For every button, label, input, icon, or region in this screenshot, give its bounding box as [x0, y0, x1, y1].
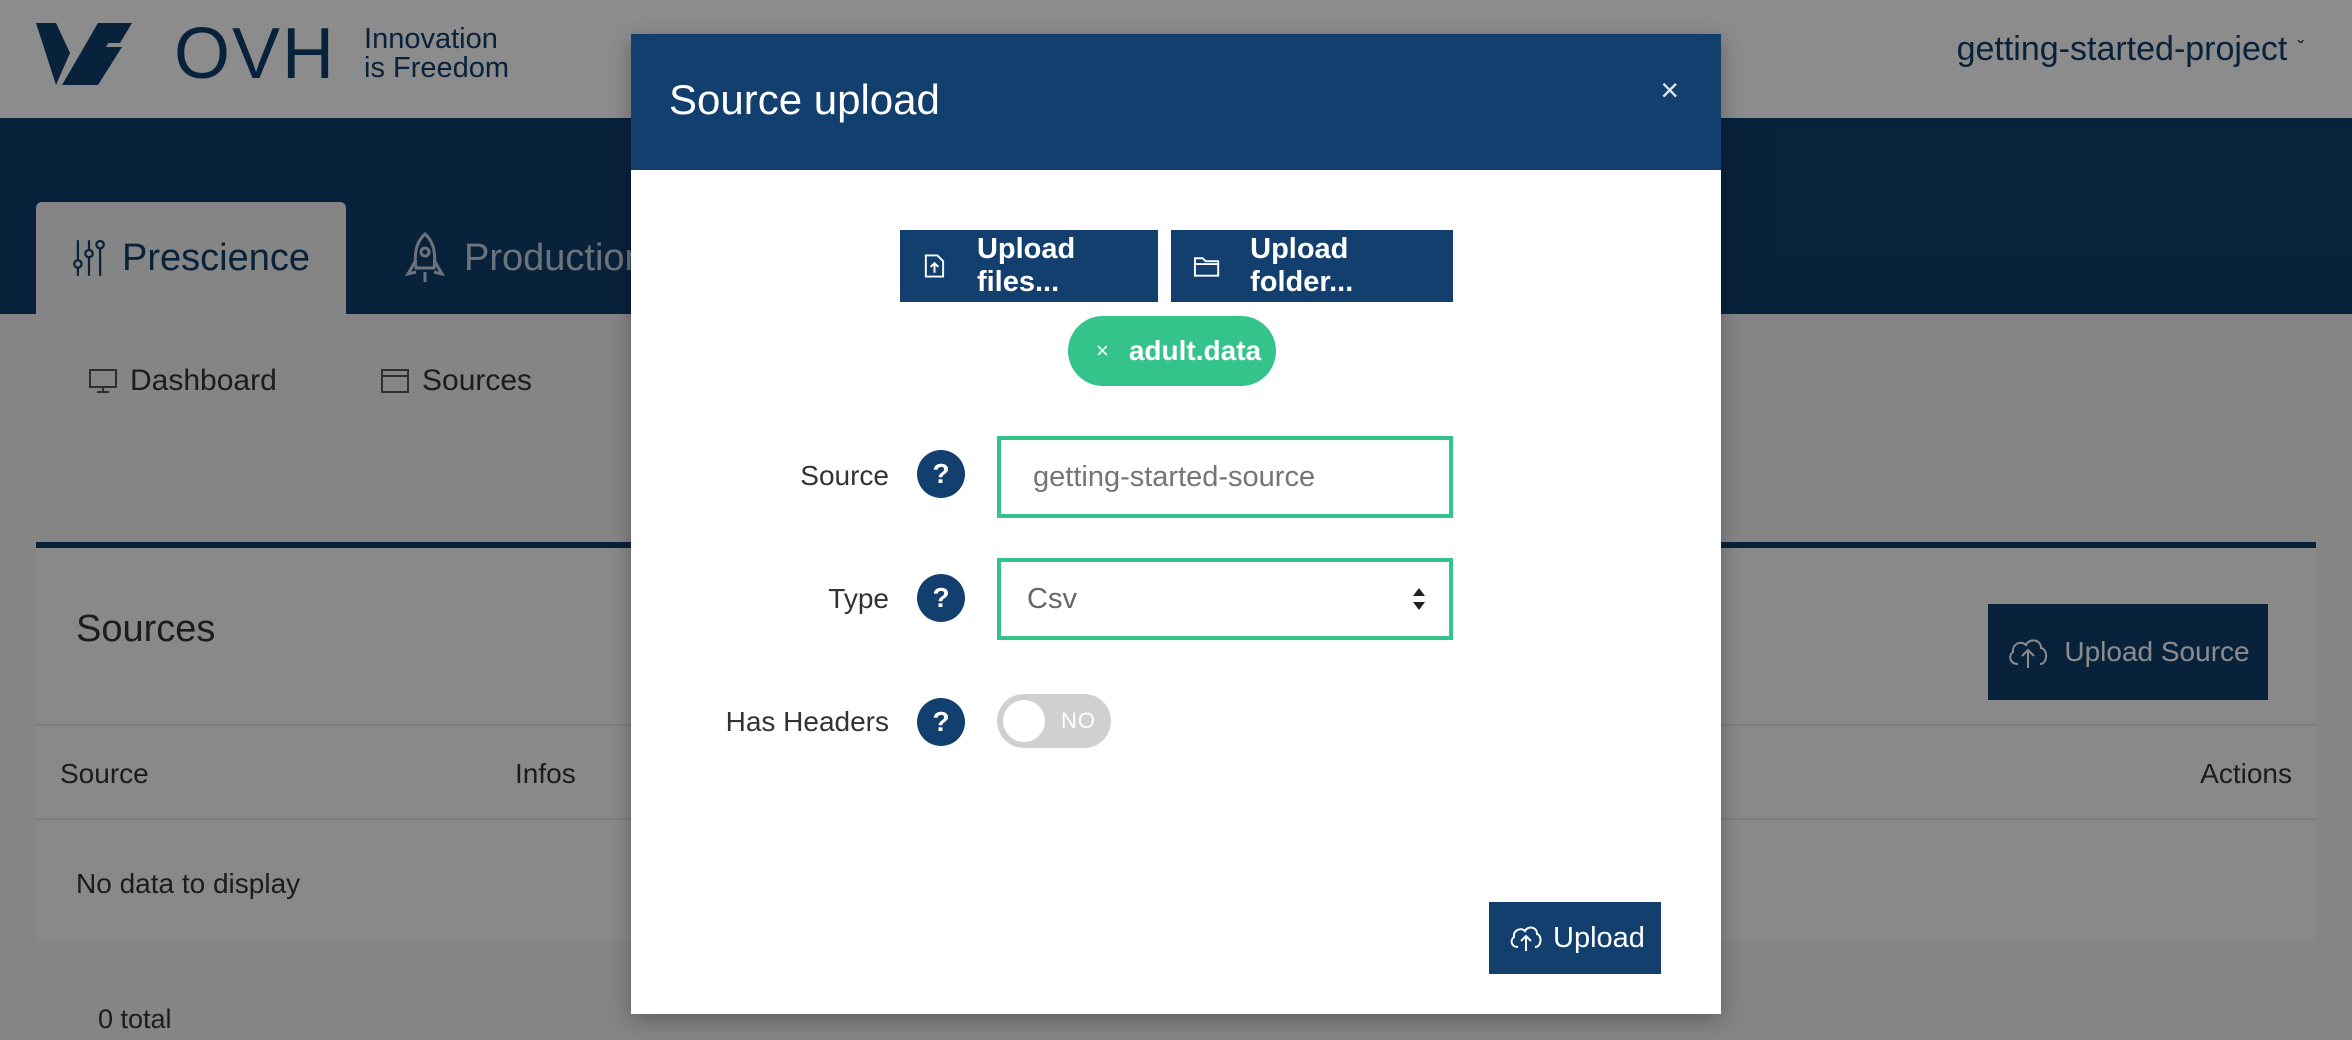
toggle-knob: [1003, 700, 1045, 742]
source-help-icon[interactable]: ?: [917, 450, 965, 498]
cloud-upload-icon: [1510, 926, 1542, 951]
upload-files-label: Upload files...: [976, 233, 1076, 298]
file-upload-icon: [924, 254, 945, 278]
source-upload-modal: Source upload × Upload files... Upload f…: [631, 34, 1721, 1014]
has-headers-help-icon[interactable]: ?: [917, 698, 965, 746]
upload-button-label: Upload: [1553, 921, 1645, 954]
upload-folder-button[interactable]: Upload folder...: [1171, 230, 1453, 302]
modal-header: Source upload ×: [631, 34, 1721, 170]
app-root: OVH Innovation is Freedom getting-starte…: [0, 0, 2352, 1040]
type-help-icon[interactable]: ?: [917, 574, 965, 622]
file-chip: × adult.data: [1068, 316, 1276, 386]
type-field-label: Type: [828, 583, 889, 614]
has-headers-field-label: Has Headers: [725, 706, 889, 737]
type-select-value: Csv: [1027, 582, 1077, 615]
source-input[interactable]: [997, 436, 1453, 518]
sort-arrows-icon: [1413, 588, 1425, 610]
upload-button[interactable]: Upload: [1489, 902, 1661, 974]
has-headers-toggle[interactable]: NO: [997, 694, 1111, 748]
upload-files-button[interactable]: Upload files...: [900, 230, 1158, 302]
toggle-state-label: NO: [1061, 708, 1096, 733]
file-chip-name: adult.data: [1128, 335, 1262, 366]
upload-folder-label: Upload folder...: [1250, 233, 1354, 298]
close-icon[interactable]: ×: [1660, 74, 1679, 106]
source-field-label: Source: [800, 460, 889, 491]
modal-title: Source upload: [669, 76, 940, 123]
type-select[interactable]: Csv: [997, 558, 1453, 640]
remove-file-icon[interactable]: ×: [1096, 338, 1109, 364]
folder-icon: [1193, 257, 1220, 277]
